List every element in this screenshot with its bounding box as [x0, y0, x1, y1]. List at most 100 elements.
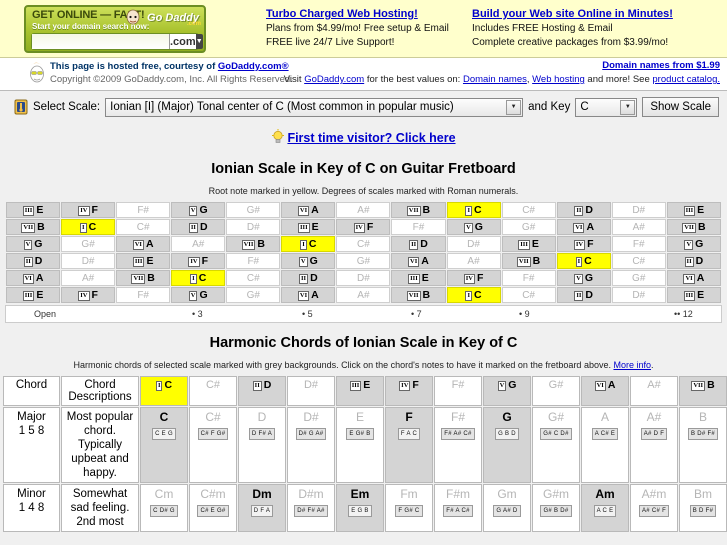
more-info-link[interactable]: More info: [613, 360, 651, 370]
fret-cell[interactable]: VI A: [281, 202, 336, 218]
chords-header-note[interactable]: III E: [336, 376, 384, 406]
fret-cell[interactable]: IC: [171, 270, 226, 286]
fret-cell[interactable]: A#: [171, 236, 226, 252]
fret-cell[interactable]: F#: [116, 202, 171, 218]
chord-notes-badge[interactable]: F A C: [397, 428, 421, 440]
fret-cell[interactable]: D#: [611, 287, 666, 303]
fret-cell[interactable]: IV F: [336, 219, 391, 235]
fret-cell[interactable]: F#: [611, 236, 666, 252]
fret-cell[interactable]: A#: [446, 253, 501, 269]
chord-notes-badge[interactable]: F# A C#: [443, 505, 473, 517]
chords-header-note[interactable]: A#: [630, 376, 678, 406]
chord-notes-badge[interactable]: A# D F: [640, 428, 668, 440]
tld-dropdown-icon[interactable]: ▼: [195, 34, 203, 49]
fret-cell[interactable]: C#: [611, 253, 666, 269]
chord-notes-badge[interactable]: D F A: [250, 505, 274, 517]
chord-cell[interactable]: G# G# C D#: [532, 407, 580, 483]
fret-cell[interactable]: IV F: [171, 253, 226, 269]
chord-cell[interactable]: Cm C D# G: [140, 484, 188, 532]
fret-cell[interactable]: VII B: [501, 253, 556, 269]
chords-header-note[interactable]: C#: [189, 376, 237, 406]
domain-search-field-wrap[interactable]: .com ▼: [31, 33, 203, 50]
chords-header-note[interactable]: II D: [238, 376, 286, 406]
chord-cell[interactable]: A# A# D F: [630, 407, 678, 483]
fret-cell[interactable]: VI A: [281, 287, 336, 303]
fret-cell[interactable]: II D: [281, 270, 336, 286]
fret-cell[interactable]: G#: [336, 253, 391, 269]
fret-cell[interactable]: II D: [556, 287, 611, 303]
fret-cell[interactable]: VI A: [6, 270, 61, 286]
fret-cell[interactable]: F#: [501, 270, 556, 286]
fret-cell[interactable]: G#: [501, 219, 556, 235]
fret-cell[interactable]: IC: [446, 202, 501, 218]
fret-cell[interactable]: VG: [171, 202, 226, 218]
fret-cell[interactable]: IV F: [446, 270, 501, 286]
fret-cell[interactable]: VG: [666, 236, 721, 252]
fret-cell[interactable]: IV F: [61, 287, 116, 303]
fret-cell[interactable]: III E: [6, 202, 61, 218]
chord-notes-badge[interactable]: A C# E: [591, 428, 619, 440]
fret-cell[interactable]: C#: [501, 202, 556, 218]
chord-cell[interactable]: A#m A# C# F: [630, 484, 678, 532]
fret-cell[interactable]: VG: [171, 287, 226, 303]
fret-cell[interactable]: III E: [666, 287, 721, 303]
chord-cell[interactable]: Gm G A# D: [483, 484, 531, 532]
chevron-down-icon[interactable]: ▼: [506, 99, 522, 115]
chord-cell[interactable]: F# F# A# C#: [434, 407, 482, 483]
chord-notes-badge[interactable]: C# E G#: [197, 505, 229, 517]
link-godaddy-visit[interactable]: GoDaddy.com: [304, 74, 364, 85]
fret-cell[interactable]: III E: [281, 219, 336, 235]
fret-cell[interactable]: VI A: [391, 253, 446, 269]
chords-header-note[interactable]: D#: [287, 376, 335, 406]
chords-header-note[interactable]: VI A: [581, 376, 629, 406]
chords-header-note[interactable]: VG: [483, 376, 531, 406]
fret-cell[interactable]: IV F: [61, 202, 116, 218]
link-product-catalog[interactable]: product catalog.: [652, 74, 720, 85]
fret-cell[interactable]: F#: [391, 219, 446, 235]
chord-notes-badge[interactable]: C E G: [152, 428, 176, 440]
fret-cell[interactable]: G#: [226, 287, 281, 303]
chord-notes-badge[interactable]: F# A# C#: [441, 428, 475, 440]
link-domain-names[interactable]: Domain names: [463, 74, 527, 85]
chevron-down-icon[interactable]: ▼: [620, 99, 636, 115]
fret-cell[interactable]: II D: [391, 236, 446, 252]
fret-cell[interactable]: C#: [226, 270, 281, 286]
fret-cell[interactable]: A#: [336, 202, 391, 218]
first-time-visitor-link[interactable]: First time visitor? Click here: [287, 131, 455, 145]
link-domain-names-price[interactable]: Domain names from $1.99: [602, 60, 720, 71]
fret-cell[interactable]: IC: [446, 287, 501, 303]
fret-cell[interactable]: IC: [556, 253, 611, 269]
chord-notes-badge[interactable]: B D# F#: [687, 428, 719, 440]
fret-cell[interactable]: VII B: [226, 236, 281, 252]
chord-notes-badge[interactable]: E G# B: [346, 428, 374, 440]
show-scale-button[interactable]: Show Scale: [642, 97, 720, 117]
link-godaddy-hosted[interactable]: GoDaddy.com®: [218, 61, 289, 72]
fret-cell[interactable]: III E: [666, 202, 721, 218]
fret-cell[interactable]: VII B: [666, 219, 721, 235]
chord-cell[interactable]: G#m G# B D#: [532, 484, 580, 532]
fret-cell[interactable]: II D: [666, 253, 721, 269]
chord-notes-badge[interactable]: F G# C: [395, 505, 423, 517]
chord-cell[interactable]: A A C# E: [581, 407, 629, 483]
chord-notes-badge[interactable]: D# G A#: [295, 428, 327, 440]
fret-cell[interactable]: IC: [61, 219, 116, 235]
fret-cell[interactable]: III E: [501, 236, 556, 252]
chord-cell[interactable]: Em E G B: [336, 484, 384, 532]
fret-cell[interactable]: VI A: [666, 270, 721, 286]
fret-cell[interactable]: A#: [611, 219, 666, 235]
fret-cell[interactable]: D#: [446, 236, 501, 252]
fret-cell[interactable]: III E: [391, 270, 446, 286]
chord-notes-badge[interactable]: B D F#: [689, 505, 717, 517]
fret-cell[interactable]: VII B: [391, 202, 446, 218]
fret-cell[interactable]: VI A: [556, 219, 611, 235]
chord-cell[interactable]: F#m F# A C#: [434, 484, 482, 532]
fret-cell[interactable]: IV F: [556, 236, 611, 252]
chord-cell[interactable]: C#m C# E G#: [189, 484, 237, 532]
fret-cell[interactable]: G#: [61, 236, 116, 252]
fret-cell[interactable]: D#: [611, 202, 666, 218]
fret-cell[interactable]: D#: [61, 253, 116, 269]
fret-cell[interactable]: II D: [6, 253, 61, 269]
chord-notes-badge[interactable]: D F# A: [248, 428, 276, 440]
fret-cell[interactable]: III E: [116, 253, 171, 269]
chord-cell[interactable]: D# D# G A#: [287, 407, 335, 483]
